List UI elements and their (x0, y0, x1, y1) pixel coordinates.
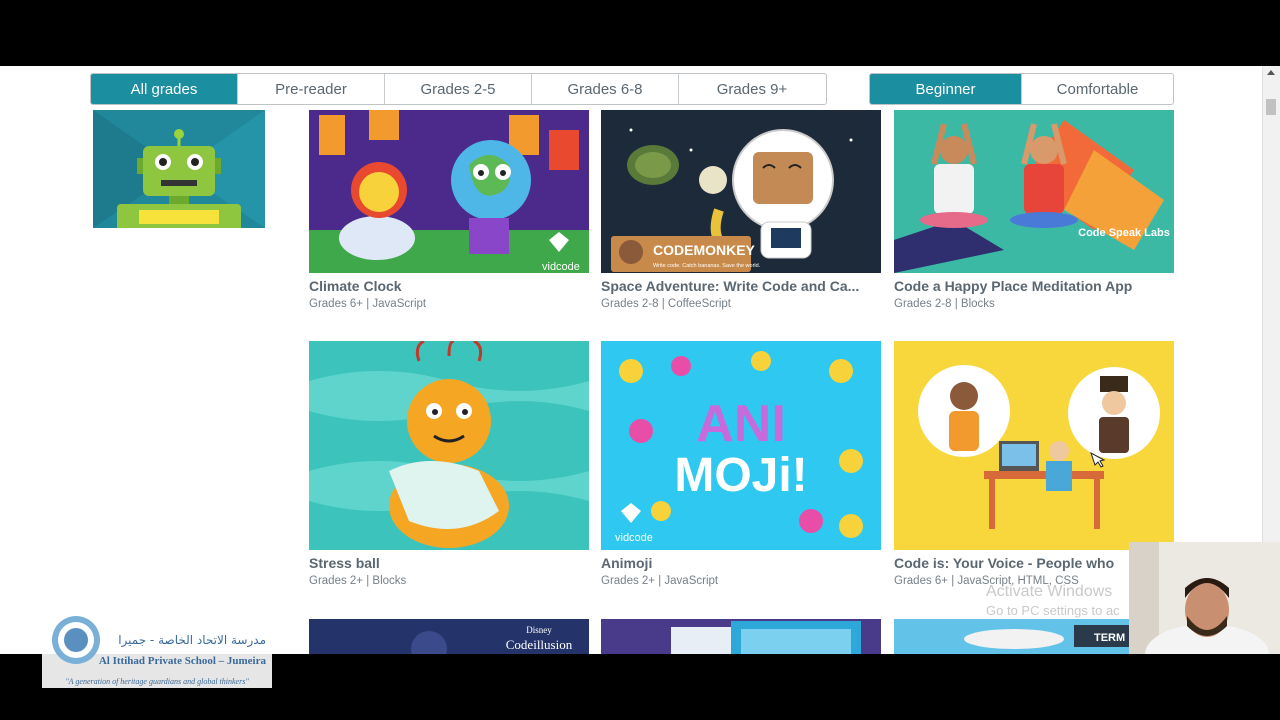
filter-pre-reader[interactable]: Pre-reader (238, 74, 385, 104)
term-logo: TERM (1094, 632, 1125, 644)
animoji-art-text-1: ANI (696, 395, 786, 453)
browser-page: All grades Pre-reader Grades 2-5 Grades … (0, 66, 1280, 654)
grade-filter: All grades Pre-reader Grades 2-5 Grades … (90, 73, 827, 105)
school-name-english: Al Ittihad Private School – Jumeira (99, 655, 267, 667)
activity-card[interactable]: Code Speak Labs Code a Happy Place Medit… (894, 110, 1174, 310)
card-meta: Grades 2-8 | CoffeeScript (601, 298, 731, 310)
disney-logo: Disney (526, 625, 552, 635)
windows-activation-watermark: Activate Windows Go to PC settings to ac (986, 583, 1120, 618)
school-logo-overlay: مدرسة الاتحاد الخاصة - جميرا Al Ittihad … (42, 610, 272, 688)
card-thumbnail[interactable]: CODEMONKEY Write code. Catch bananas. Sa… (601, 110, 881, 273)
card-meta: Grades 2+ | JavaScript (601, 575, 719, 587)
filter-beginner[interactable]: Beginner (870, 74, 1022, 104)
codespeaklabs-logo: Code Speak Labs (1078, 227, 1170, 239)
vidcode-logo: vidcode (542, 261, 580, 273)
card-thumbnail[interactable] (894, 341, 1174, 550)
school-name-arabic: مدرسة الاتحاد الخاصة - جميرا (118, 633, 266, 648)
activity-card[interactable]: vidcode Climate Clock Grades 6+ | JavaSc… (309, 110, 589, 310)
card-meta: Grades 2-8 | Blocks (894, 298, 995, 310)
card-thumbnail[interactable]: ANI MOJi! vidcode (601, 341, 881, 550)
scrollbar-thumb[interactable] (1266, 99, 1276, 115)
card-title[interactable]: Stress ball (309, 555, 589, 571)
animoji-art-text-2: MOJi! (674, 449, 807, 502)
watermark-line-2: Go to PC settings to ac (986, 603, 1120, 618)
card-title[interactable]: Code a Happy Place Meditation App (894, 278, 1174, 294)
activity-card[interactable] (601, 619, 881, 654)
vidcode-logo: vidcode (615, 532, 653, 544)
filter-grades-6-8[interactable]: Grades 6-8 (532, 74, 679, 104)
activity-card[interactable]: Stress ball Grades 2+ | Blocks (309, 341, 589, 587)
codemonkey-tagline: Write code. Catch bananas. Save the worl… (653, 263, 761, 269)
scroll-up-icon[interactable] (1267, 70, 1275, 75)
activity-card[interactable]: ANI MOJi! vidcode Animoji Grades 2+ | Ja… (601, 341, 881, 587)
robot-image (93, 110, 265, 228)
filter-grades-2-5[interactable]: Grades 2-5 (385, 74, 532, 104)
card-meta: Grades 6+ | JavaScript (309, 298, 427, 310)
card-title[interactable]: Animoji (601, 555, 881, 571)
card-thumbnail[interactable] (309, 341, 589, 550)
filter-all-grades[interactable]: All grades (91, 74, 238, 104)
card-title[interactable]: Space Adventure: Write Code and Ca... (601, 278, 881, 294)
activity-card[interactable]: Disney Codeillusion (309, 619, 589, 654)
card-thumbnail[interactable]: vidcode (309, 110, 589, 273)
card-meta: Grades 2+ | Blocks (309, 575, 407, 587)
filter-grades-9-plus[interactable]: Grades 9+ (679, 74, 825, 104)
card-thumbnail[interactable]: Code Speak Labs (894, 110, 1174, 273)
webcam-overlay (1129, 542, 1280, 654)
card-thumbnail[interactable]: Disney Codeillusion (309, 619, 589, 654)
codeillusion-logo: Codeillusion (506, 637, 573, 652)
level-filter: Beginner Comfortable (869, 73, 1174, 105)
watermark-line-1: Activate Windows (986, 583, 1113, 600)
card-thumbnail[interactable] (601, 619, 881, 654)
activity-card[interactable]: CODEMONKEY Write code. Catch bananas. Sa… (601, 110, 881, 310)
filter-comfortable[interactable]: Comfortable (1022, 74, 1173, 104)
school-tagline: "A generation of heritage guardians and … (65, 677, 249, 686)
card-title[interactable]: Climate Clock (309, 278, 589, 294)
codemonkey-logo: CODEMONKEY (653, 242, 756, 258)
